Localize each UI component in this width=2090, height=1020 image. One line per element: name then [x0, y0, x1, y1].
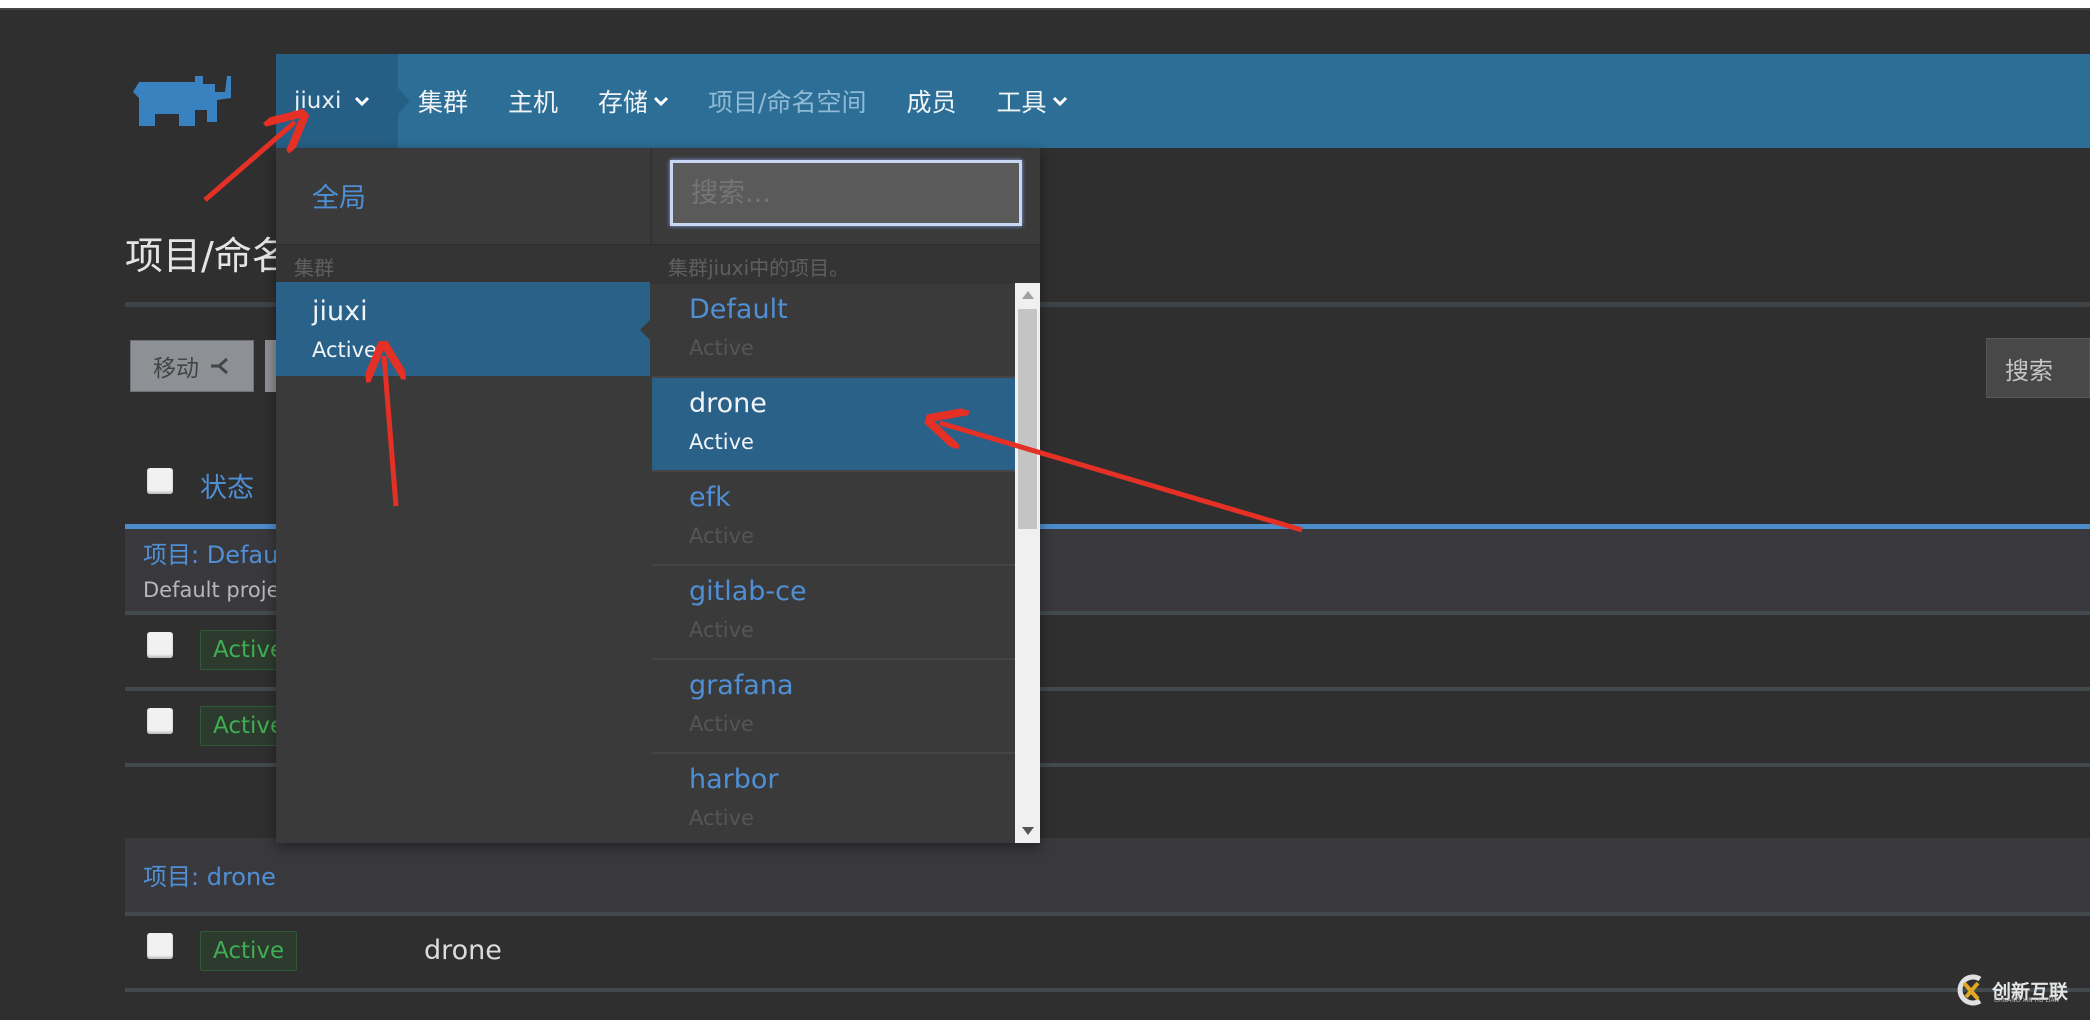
- nav-item-label: 工具: [996, 88, 1047, 117]
- move-button[interactable]: 移动: [130, 340, 254, 392]
- project-group-header: [125, 838, 2090, 912]
- cluster-section-label: 集群: [294, 256, 334, 280]
- project-item-efk[interactable]: efk Active: [652, 472, 1016, 566]
- project-group-title[interactable]: 项目: drone: [143, 857, 276, 892]
- projects-section-label: 集群jiuxi中的项目。: [668, 256, 850, 280]
- project-status: Active: [689, 712, 754, 736]
- namespace-name[interactable]: drone: [424, 935, 502, 966]
- row-checkbox[interactable]: [147, 933, 173, 959]
- project-item-grafana[interactable]: grafana Active: [652, 660, 1016, 754]
- cluster-name: jiuxi: [312, 296, 368, 327]
- chevron-down-icon: [355, 96, 370, 107]
- row-checkbox[interactable]: [147, 708, 173, 734]
- project-name: efk: [689, 482, 731, 513]
- project-item-harbor[interactable]: harbor Active: [652, 754, 1016, 843]
- scroll-up-arrow-icon[interactable]: [1022, 291, 1034, 299]
- nav-item-members[interactable]: 成员: [906, 83, 956, 119]
- project-name: grafana: [689, 670, 794, 701]
- project-name: harbor: [689, 764, 779, 795]
- nav-item-hosts[interactable]: 主机: [508, 83, 558, 119]
- cluster-item-jiuxi[interactable]: jiuxi Active: [276, 282, 650, 376]
- row-divider: [125, 988, 2090, 992]
- pane-divider: [650, 148, 652, 244]
- project-search-input[interactable]: [670, 160, 1022, 226]
- cluster-status: Active: [312, 338, 377, 362]
- project-item-drone[interactable]: drone Active: [652, 378, 1016, 472]
- nav-item-storage[interactable]: 存储: [598, 83, 669, 119]
- status-badge: Active: [200, 931, 298, 971]
- project-list: Default Active drone Active efk Active g…: [652, 284, 1040, 843]
- top-navbar: jiuxi 集群 主机 存储 项目/命名空间 成员 工具: [276, 54, 2090, 148]
- nav-item-label: 项目/命名空间: [708, 88, 867, 117]
- nav-item-projects-namespaces[interactable]: 项目/命名空间: [708, 83, 866, 119]
- nav-item-tools[interactable]: 工具: [997, 83, 1067, 119]
- scrollbar-thumb[interactable]: [1018, 309, 1037, 529]
- browser-top-strip: [0, 0, 2090, 10]
- global-menu-item[interactable]: 全局: [312, 176, 366, 215]
- project-item-default[interactable]: Default Active: [652, 284, 1016, 378]
- status-column-header[interactable]: 状态: [200, 466, 254, 505]
- watermark-logo-icon: [1957, 974, 1982, 1006]
- scroll-down-arrow-icon[interactable]: [1022, 827, 1034, 835]
- project-status: Active: [689, 806, 754, 830]
- project-list-scrollbar[interactable]: [1015, 283, 1040, 843]
- nav-item-label: 成员: [906, 88, 957, 117]
- nav-item-label: 存储: [598, 88, 649, 117]
- project-name: drone: [689, 388, 767, 419]
- fork-icon: [211, 357, 228, 375]
- environment-label: jiuxi: [294, 88, 342, 114]
- selection-pointer: [640, 316, 654, 344]
- search-label: 搜索: [2005, 356, 2053, 385]
- watermark-subtext: CHUANG XIN HU LIAN: [1994, 997, 2060, 1004]
- project-item-gitlab-ce[interactable]: gitlab-ce Active: [652, 566, 1016, 660]
- project-status: Active: [689, 524, 754, 548]
- move-button-label: 移动: [153, 356, 199, 382]
- chevron-down-icon: [654, 96, 669, 107]
- nav-item-label: 集群: [418, 88, 469, 117]
- row-checkbox[interactable]: [147, 632, 173, 658]
- project-status: Active: [689, 430, 754, 454]
- project-status: Active: [689, 336, 754, 360]
- section-header-bar: [276, 244, 1040, 284]
- project-name: gitlab-ce: [689, 576, 807, 607]
- nav-item-clusters[interactable]: 集群: [418, 83, 468, 119]
- chevron-down-icon: [1052, 96, 1067, 107]
- nav-item-label: 主机: [508, 88, 559, 117]
- row-divider: [125, 912, 2090, 916]
- watermark: 创新互联 CHUANG XIN HU LIAN: [1954, 973, 2068, 1007]
- environment-switcher[interactable]: jiuxi: [276, 54, 410, 148]
- table-search-input[interactable]: 搜索: [1986, 338, 2090, 398]
- rancher-logo-icon[interactable]: [125, 70, 255, 140]
- select-all-checkbox[interactable]: [147, 468, 173, 494]
- project-name: Default: [689, 294, 788, 325]
- project-group-title[interactable]: 项目: Default: [143, 535, 294, 570]
- environment-dropdown: 全局 集群 集群jiuxi中的项目。 jiuxi Active Default …: [276, 148, 1040, 843]
- project-status: Active: [689, 618, 754, 642]
